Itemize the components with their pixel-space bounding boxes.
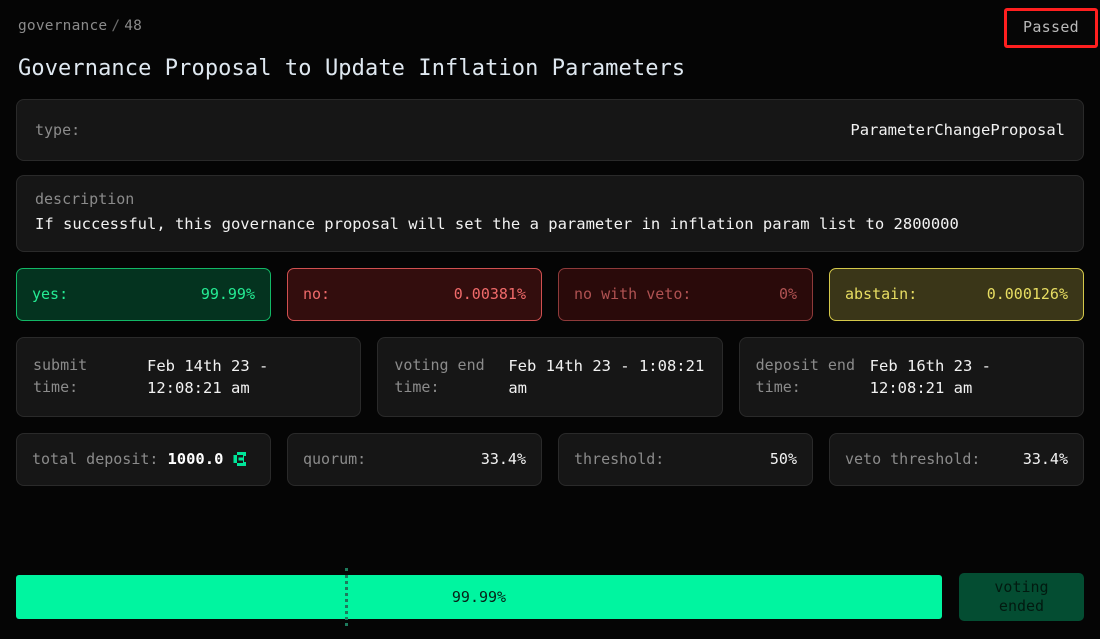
- tally-card-yes: yes: 99.99%: [16, 267, 271, 321]
- quorum-value: 33.4%: [480, 450, 526, 469]
- voting-status-line-1: voting: [994, 577, 1049, 596]
- breadcrumb-root[interactable]: governance: [18, 18, 107, 34]
- tally-label-no-with-veto: no with veto:: [574, 285, 692, 304]
- proposal-type-value: ParameterChangeProposal: [850, 121, 1065, 140]
- tally-card-abstain: abstain: 0.000126%: [829, 267, 1084, 321]
- page-title: Governance Proposal to Update Inflation …: [18, 56, 686, 81]
- quorum-marker-line: [344, 568, 351, 626]
- breadcrumb-proposal-id: 48: [124, 18, 143, 34]
- deposit-end-time-value: Feb 16th 23 - 12:08:21 am: [869, 356, 991, 397]
- time-row: submit time: Feb 14th 23 - 12:08:21 am v…: [16, 336, 1084, 417]
- submit-time-value: Feb 14th 23 - 12:08:21 am: [147, 356, 269, 397]
- veto-threshold-card: veto threshold: 33.4%: [829, 432, 1084, 486]
- veto-threshold-value: 33.4%: [1022, 450, 1068, 469]
- tally-card-no: no: 0.00381%: [287, 267, 542, 321]
- vote-tally-row: yes: 99.99% no: 0.00381% no with veto: 0…: [16, 267, 1084, 321]
- voting-progress-section: 99.99% voting ended: [16, 568, 1084, 626]
- threshold-card: threshold: 50%: [558, 432, 813, 486]
- total-deposit-value: 1000.0: [167, 450, 224, 469]
- tally-value-yes: 99.99%: [200, 285, 255, 304]
- vote-progress-label: 99.99%: [451, 588, 507, 606]
- voting-end-time-card: voting end time: Feb 14th 23 - 1:08:21 a…: [377, 336, 723, 417]
- proposal-type-label: type:: [35, 121, 81, 140]
- threshold-label: threshold:: [574, 450, 665, 469]
- tally-value-no-with-veto: 0%: [778, 285, 797, 304]
- description-label: description: [35, 190, 135, 209]
- status-badge: Passed: [1004, 8, 1098, 48]
- total-deposit-label: total deposit:: [32, 450, 159, 469]
- voting-end-time-value: Feb 14th 23 - 1:08:21 am: [508, 356, 705, 397]
- params-row: total deposit: 1000.0 quorum: 33.4% thre…: [16, 432, 1084, 486]
- status-badge-label: Passed: [1023, 18, 1079, 36]
- vote-progress-fill: 99.99%: [16, 575, 942, 619]
- veto-threshold-label: veto threshold:: [845, 450, 981, 469]
- proposal-description-card: description If successful, this governan…: [16, 175, 1084, 252]
- token-icon: [232, 451, 248, 467]
- threshold-value: 50%: [769, 450, 797, 469]
- breadcrumb: governance/48: [16, 16, 1084, 36]
- deposit-end-time-label: deposit end time:: [755, 356, 855, 396]
- proposal-type-card: type: ParameterChangeProposal: [16, 99, 1084, 162]
- total-deposit-card: total deposit: 1000.0: [16, 432, 271, 486]
- quorum-label: quorum:: [303, 450, 367, 469]
- deposit-end-time-card: deposit end time: Feb 16th 23 - 12:08:21…: [738, 336, 1084, 417]
- tally-card-no-with-veto: no with veto: 0%: [558, 267, 813, 321]
- tally-label-abstain: abstain:: [845, 285, 918, 304]
- tally-value-abstain: 0.000126%: [986, 285, 1068, 304]
- vote-progress-bar: 99.99%: [16, 568, 942, 626]
- description-text: If successful, this governance proposal …: [35, 215, 959, 234]
- voting-status-badge: voting ended: [959, 573, 1084, 621]
- submit-time-label: submit time:: [33, 356, 88, 396]
- tally-label-yes: yes:: [32, 285, 69, 304]
- submit-time-card: submit time: Feb 14th 23 - 12:08:21 am: [16, 336, 362, 417]
- tally-value-no: 0.00381%: [453, 285, 526, 304]
- voting-end-time-label: voting end time:: [394, 356, 485, 396]
- tally-label-no: no:: [303, 285, 331, 304]
- proposal-page: governance/48 Passed Governance Proposal…: [0, 0, 1100, 639]
- voting-status-line-2: ended: [998, 597, 1045, 615]
- quorum-card: quorum: 33.4%: [287, 432, 542, 486]
- breadcrumb-separator: /: [111, 18, 121, 34]
